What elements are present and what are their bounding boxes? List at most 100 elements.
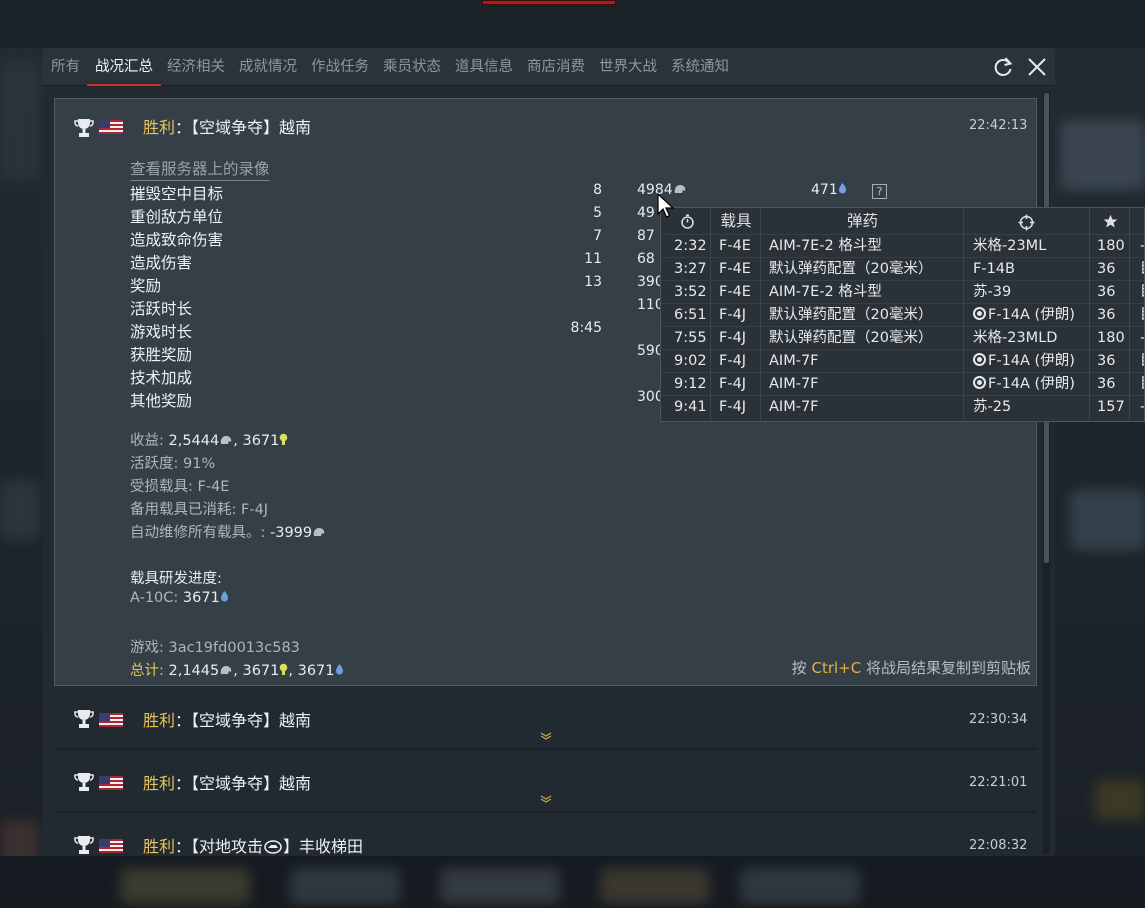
trophy-icon [74, 119, 94, 137]
trophy-icon [74, 773, 94, 791]
cell-target: F-14A (伊朗) [973, 373, 1075, 396]
cell-target: 米格-23MLD [973, 330, 1058, 346]
research-title: 载具研发进度: [130, 571, 222, 587]
cell-extra: - [1140, 238, 1145, 254]
target-marker-icon [973, 307, 986, 320]
stat-count: 11 [584, 251, 602, 267]
drop-icon [838, 183, 846, 194]
tab-achievements[interactable]: 成就情况 [239, 48, 297, 86]
research-line: A-10C: 3671 [130, 590, 229, 606]
stat-label: 其他奖励 [130, 392, 193, 410]
tab-crew[interactable]: 乘员状态 [383, 48, 441, 86]
cell-time: 3:52 [674, 284, 707, 300]
timer-icon [681, 214, 694, 229]
cell-ammo: AIM-7F [769, 376, 819, 392]
tab-notifications[interactable]: 系统通知 [671, 48, 729, 86]
damaged-vehicle-line: 受损载具: F-4E [130, 479, 230, 495]
tab-economy[interactable]: 经济相关 [167, 48, 225, 86]
stat-row: 游戏时长 8:45 [130, 320, 690, 343]
stat-label: 奖励 [130, 277, 162, 295]
view-replay-link[interactable]: 查看服务器上的录像 [130, 157, 270, 181]
cell-time: 6:51 [674, 307, 707, 323]
battle-entry[interactable]: 胜利：【空域争夺】越南 22:21:01 [54, 757, 1037, 809]
trophy-icon [74, 710, 94, 728]
cell-points: 36 [1097, 353, 1116, 369]
cell-ammo: 默认弹药配置（20毫米） [769, 307, 933, 323]
ground-attack-icon [264, 840, 282, 854]
copy-hint-key: Ctrl+C [811, 659, 862, 677]
total-rp1: 3671 [242, 663, 280, 679]
activity-line: 活跃度: 91% [130, 456, 216, 472]
backup-value: F-4J [241, 502, 269, 518]
refresh-icon [994, 57, 1013, 76]
cell-time: 9:41 [674, 399, 707, 415]
result-label: 胜利 [143, 118, 176, 137]
us-flag-icon [99, 776, 123, 790]
title-separator: ： [175, 711, 192, 730]
title-separator: ： [175, 837, 192, 856]
entry-divider [54, 811, 1037, 813]
battle-entry[interactable]: 胜利：【对地攻击 】丰收梯田 22:08:32 [54, 820, 1037, 856]
tab-shop[interactable]: 商店消费 [527, 48, 585, 86]
help-icon[interactable]: ? [872, 184, 887, 199]
total-line: 总计: 2,1445, 3671, 3671 [130, 659, 344, 680]
cell-vehicle: F-4E [719, 284, 751, 300]
stat-label: 技术加成 [130, 369, 193, 387]
battle-entry-header[interactable]: 胜利：【空域争夺】越南 22:42:13 [55, 99, 1036, 149]
damaged-value: F-4E [197, 479, 230, 495]
tab-battle-summary[interactable]: 战况汇总 [87, 48, 161, 86]
cell-vehicle: F-4J [719, 330, 747, 346]
cell-target: F-14A (伊朗) [973, 350, 1075, 373]
us-flag-icon [99, 120, 123, 134]
stat-row: 其他奖励 300 [130, 389, 690, 412]
research-vehicle: A-10C [130, 590, 174, 606]
research-value: 3671 [182, 590, 220, 606]
tab-items[interactable]: 道具信息 [455, 48, 513, 86]
stat-count: 5 [593, 205, 602, 221]
cell-time: 7:55 [674, 330, 707, 346]
stat-value: 87 [637, 228, 655, 244]
refresh-button[interactable] [990, 54, 1016, 80]
stat-row: 摧毁空中目标 8 4984 471 ? [130, 182, 887, 205]
stat-count: 13 [584, 274, 602, 290]
cell-target-text: F-14A (伊朗) [988, 353, 1075, 369]
header-vehicle: 载具 [720, 212, 752, 230]
battle-entry[interactable]: 胜利：【空域争夺】越南 22:30:34 [54, 694, 1037, 746]
cell-target: 米格-23ML [973, 238, 1047, 254]
cell-target: 苏-39 [973, 284, 1012, 300]
cell-points: 36 [1097, 307, 1116, 323]
copy-hint: 按 Ctrl+C 将战局结果复制到剪贴板 [792, 657, 1031, 678]
cell-vehicle: F-4E [719, 238, 751, 254]
cell-points: 36 [1097, 261, 1116, 277]
earnings-rp: 3671 [242, 433, 280, 449]
cell-points: 157 [1097, 399, 1125, 415]
repair-line: 自动维修所有载具。: -3999 [130, 521, 326, 542]
chevron-down-icon[interactable] [540, 795, 552, 803]
research-title-text: 载具研发进度 [130, 571, 217, 587]
close-button[interactable] [1024, 54, 1050, 80]
tab-world-war[interactable]: 世界大战 [599, 48, 657, 86]
target-marker-icon [973, 376, 986, 389]
target-marker-icon [973, 353, 986, 366]
tab-all[interactable]: 所有 [51, 48, 80, 86]
close-icon [1028, 58, 1046, 76]
stat-label: 造成伤害 [130, 254, 193, 272]
cell-ammo: 默认弹药配置（20毫米） [769, 330, 933, 346]
drop-icon [335, 664, 343, 675]
cell-points: 180 [1097, 330, 1125, 346]
stat-label: 活跃时长 [130, 300, 193, 318]
cell-extra: 目 [1140, 281, 1144, 304]
cell-time: 3:27 [674, 261, 707, 277]
cell-points: 180 [1097, 238, 1125, 254]
cell-extra: 目 [1140, 373, 1144, 396]
stat-count: 7 [593, 228, 602, 244]
damaged-label: 受损载具 [130, 479, 188, 495]
us-flag-icon [99, 839, 123, 853]
battle-time: 22:08:32 [969, 838, 1028, 853]
blurred-shape [1060, 120, 1145, 190]
chevron-down-icon[interactable] [540, 732, 552, 740]
tab-missions[interactable]: 作战任务 [311, 48, 369, 86]
battle-title: 胜利：【空域争夺】越南 [143, 770, 311, 794]
stat-count: 8:45 [570, 320, 602, 336]
game-label: 游戏 [130, 640, 159, 656]
